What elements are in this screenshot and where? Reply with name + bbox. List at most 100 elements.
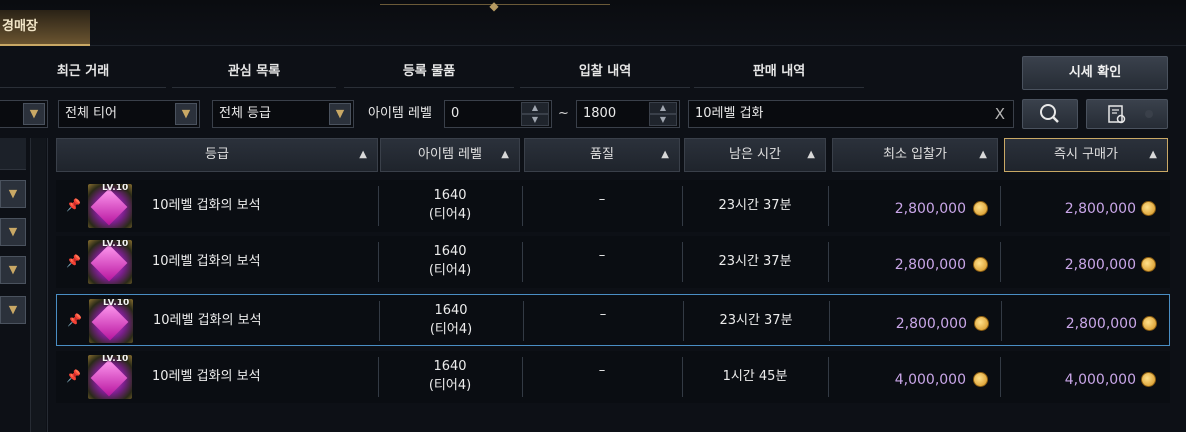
item-name: 10레벨 겁화의 보석 — [153, 313, 262, 328]
price-check-button[interactable]: 시세 확인 — [1022, 56, 1168, 90]
min-bid-cell: 2,800,000 — [828, 180, 1000, 232]
category-select[interactable]: ▼ — [0, 100, 48, 128]
time-left-cell: 23시간 37분 — [718, 254, 792, 269]
tab-sales-history[interactable]: 판매 내역 — [694, 56, 864, 88]
column-buyout[interactable]: 즉시 구매가 ▲ — [1004, 138, 1168, 172]
stepper-down-icon[interactable]: ▼ — [649, 114, 677, 126]
level-min-input[interactable]: 0 ▲ ▼ — [444, 100, 552, 128]
column-label: 등급 — [205, 147, 229, 162]
item-level-badge: LV.10 — [102, 355, 129, 364]
sort-asc-icon: ▲ — [501, 149, 509, 160]
table-row[interactable]: 📌 LV.10 10레벨 겁화의 보석 1640 (티어4) – 23시간 37… — [56, 236, 1170, 288]
column-grade[interactable]: 등급 ▲ — [56, 138, 378, 172]
gold-coin-icon — [973, 257, 988, 272]
chevron-down-icon: ▼ — [329, 103, 351, 125]
item-level-badge: LV.10 — [103, 299, 130, 308]
column-label: 즉시 구매가 — [1054, 147, 1118, 162]
gold-coin-icon — [1141, 257, 1156, 272]
table-header: 등급 ▲ 아이템 레벨 ▲ 품질 ▲ 남은 시간 ▲ 최소 입찰가 ▲ 즉시 구… — [56, 138, 1170, 172]
column-label: 남은 시간 — [729, 147, 781, 162]
item-level-cell: 1640 (티어4) — [378, 351, 522, 403]
table-row-selected[interactable]: 📌 LV.10 10레벨 겁화의 보석 1640 (티어4) – 23시간 37… — [56, 294, 1170, 346]
grade-select[interactable]: 전체 등급 ▼ — [212, 100, 354, 128]
item-level-cell: 1640 (티어4) — [378, 180, 522, 232]
item-level-cell: 1640 (티어4) — [378, 236, 522, 288]
buyout-value: 4,000,000 — [1064, 372, 1136, 388]
chevron-down-icon: ▼ — [175, 103, 197, 125]
item-tier-value: (티어4) — [429, 322, 473, 337]
sort-asc-icon: ▲ — [359, 149, 367, 160]
gold-coin-icon — [1141, 201, 1156, 216]
chevron-down-icon[interactable]: ▼ — [0, 180, 26, 208]
min-bid-value: 2,800,000 — [895, 316, 967, 332]
grade-cell: 📌 LV.10 10레벨 겁화의 보석 — [56, 351, 376, 403]
grade-cell: 📌 LV.10 10레벨 겁화의 보석 — [56, 180, 376, 232]
item-name: 10레벨 겁화의 보석 — [152, 369, 261, 384]
item-level-badge: LV.10 — [102, 240, 129, 249]
level-max-input[interactable]: 1800 ▲ ▼ — [576, 100, 680, 128]
item-level-value: 1640 — [433, 359, 467, 374]
sort-asc-icon: ▲ — [661, 149, 669, 160]
search-input-value: 10레벨 겁화 — [695, 106, 764, 121]
chevron-down-icon[interactable]: ▼ — [0, 296, 26, 324]
column-label: 아이템 레벨 — [418, 147, 482, 162]
column-label: 최소 입찰가 — [883, 147, 947, 162]
gem-item-icon: LV.10 — [88, 240, 132, 284]
chevron-down-icon[interactable]: ▼ — [0, 256, 26, 284]
time-left-cell: 23시간 37분 — [719, 313, 793, 328]
sort-asc-icon: ▲ — [979, 149, 987, 160]
column-label: 품질 — [590, 147, 614, 162]
min-bid-value: 4,000,000 — [894, 372, 966, 388]
grade-cell: 📌 LV.10 10레벨 겁화의 보석 — [57, 295, 377, 347]
time-left-cell: 1시간 45분 — [722, 369, 788, 384]
pin-icon[interactable]: 📌 — [66, 369, 81, 383]
gem-item-icon: LV.10 — [88, 184, 132, 228]
tier-select[interactable]: 전체 티어 ▼ — [58, 100, 200, 128]
quality-cell: – — [598, 192, 606, 207]
item-name: 10레벨 겁화의 보석 — [152, 198, 261, 213]
column-min-bid[interactable]: 최소 입찰가 ▲ — [832, 138, 998, 172]
clear-icon[interactable]: X — [995, 101, 1005, 127]
table-row[interactable]: 📌 LV.10 10레벨 겁화의 보석 1640 (티어4) – 1시간 45분… — [56, 351, 1170, 403]
stepper-up-icon[interactable]: ▲ — [521, 102, 549, 114]
level-max-stepper[interactable]: ▲ ▼ — [649, 102, 677, 126]
chevron-down-icon[interactable]: ▼ — [0, 218, 26, 246]
buyout-value: 2,800,000 — [1064, 257, 1136, 273]
search-input[interactable]: 10레벨 겁화 X — [688, 100, 1014, 128]
chevron-down-icon: ▼ — [23, 103, 45, 125]
column-quality[interactable]: 품질 ▲ — [524, 138, 680, 172]
grade-cell: 📌 LV.10 10레벨 겁화의 보석 — [56, 236, 376, 288]
level-min-stepper[interactable]: ▲ ▼ — [521, 102, 549, 126]
search-history-button[interactable] — [1086, 99, 1168, 129]
buyout-value: 2,800,000 — [1065, 316, 1137, 332]
column-time-left[interactable]: 남은 시간 ▲ — [684, 138, 826, 172]
buyout-value: 2,800,000 — [1064, 201, 1136, 217]
tab-watchlist[interactable]: 관심 목록 — [172, 56, 336, 88]
tab-registered-items[interactable]: 등록 물품 — [344, 56, 514, 88]
search-button[interactable] — [1022, 99, 1078, 129]
ornament-icon: ◆ — [489, 0, 499, 13]
stepper-down-icon[interactable]: ▼ — [521, 114, 549, 126]
pin-icon[interactable]: 📌 — [67, 313, 82, 327]
table-row[interactable]: 📌 LV.10 10레벨 겁화의 보석 1640 (티어4) – 23시간 37… — [56, 180, 1170, 232]
tab-bid-history[interactable]: 입찰 내역 — [520, 56, 690, 88]
min-bid-cell: 4,000,000 — [828, 351, 1000, 403]
pin-icon[interactable]: 📌 — [66, 198, 81, 212]
gold-coin-icon — [1141, 372, 1156, 387]
tab-bar: 최근 거래 관심 목록 등록 물품 입찰 내역 판매 내역 — [0, 56, 1010, 90]
item-level-cell: 1640 (티어4) — [379, 295, 523, 347]
item-level-value: 1640 — [434, 303, 468, 318]
item-level-value: 1640 — [433, 188, 467, 203]
window-title[interactable]: 경매장 — [0, 10, 90, 46]
gem-item-icon: LV.10 — [89, 299, 133, 343]
sort-asc-icon: ▲ — [1149, 149, 1157, 160]
gold-coin-icon — [973, 372, 988, 387]
stepper-up-icon[interactable]: ▲ — [649, 102, 677, 114]
pin-icon[interactable]: 📌 — [66, 254, 81, 268]
gold-coin-icon — [1142, 316, 1157, 331]
buyout-cell: 2,800,000 — [1000, 180, 1170, 232]
column-item-level[interactable]: 아이템 레벨 ▲ — [380, 138, 520, 172]
tab-recent-trades[interactable]: 최근 거래 — [0, 56, 166, 88]
item-tier-value: (티어4) — [428, 263, 472, 278]
left-panel-scrollbar[interactable] — [30, 138, 46, 432]
